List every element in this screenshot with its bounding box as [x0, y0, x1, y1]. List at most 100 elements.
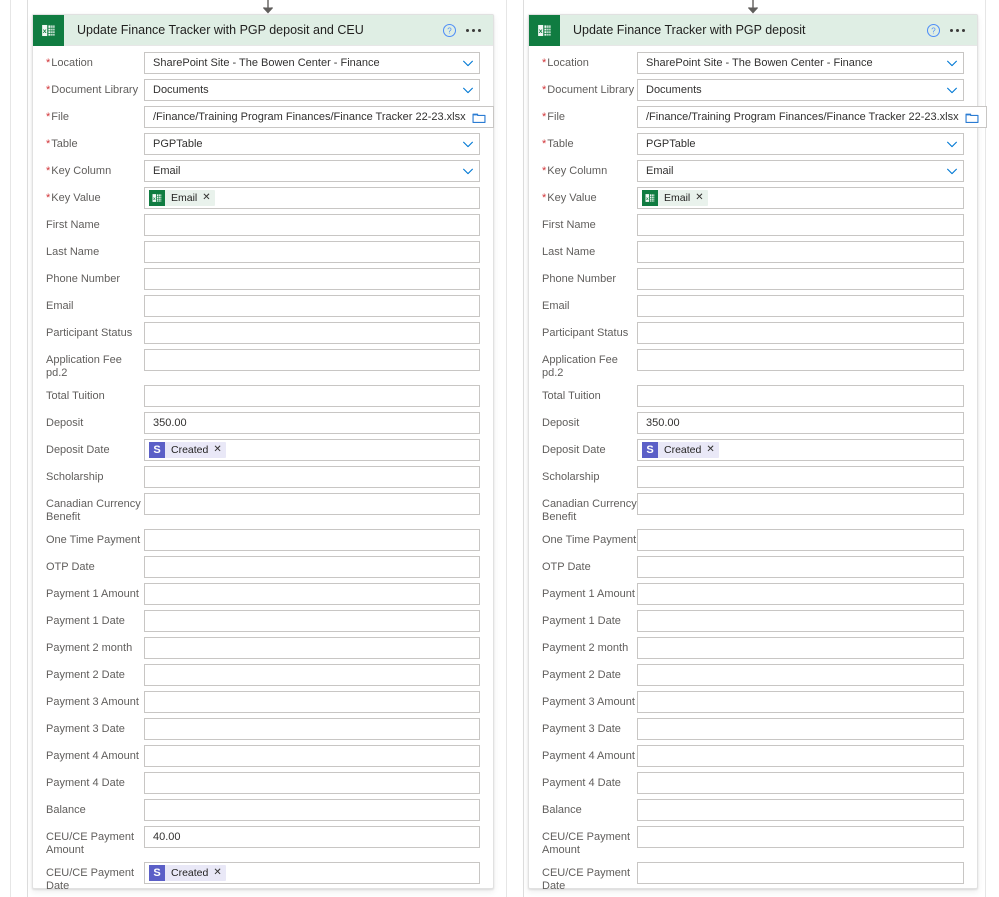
field-input-document-library[interactable]: Documents — [637, 79, 964, 101]
field-input-balance[interactable] — [144, 799, 480, 821]
field-input-phone-number[interactable] — [144, 268, 480, 290]
field-input-key-value[interactable]: x Email ✕ — [144, 187, 480, 209]
dynamic-content-token[interactable]: x Email ✕ — [642, 190, 708, 206]
field-input-key-column[interactable]: Email — [144, 160, 480, 182]
field-input-canadian-currency-benefit[interactable] — [637, 493, 964, 515]
field-input-payment-3-date[interactable] — [144, 718, 480, 740]
field-input-one-time-payment[interactable] — [144, 529, 480, 551]
field-input-payment-1-date[interactable] — [637, 610, 964, 632]
field-input-payment-2-date[interactable] — [144, 664, 480, 686]
field-input-otp-date[interactable] — [144, 556, 480, 578]
more-options-icon[interactable] — [463, 22, 483, 38]
field-label-text: Participant Status — [46, 327, 133, 339]
field-input-payment-2-date[interactable] — [637, 664, 964, 686]
field-input-payment-3-amount[interactable] — [637, 691, 964, 713]
field-input-last-name[interactable] — [637, 241, 964, 263]
field-input-file[interactable]: /Finance/Training Program Finances/Finan… — [144, 106, 494, 128]
svg-text:x: x — [539, 28, 543, 35]
field-input-ceu-ce-payment-date[interactable]: S Created ✕ — [144, 862, 480, 884]
field-input-deposit-date[interactable]: S Created ✕ — [144, 439, 480, 461]
chevron-down-icon[interactable] — [945, 83, 959, 97]
chevron-down-icon[interactable] — [461, 56, 475, 70]
field-input-scholarship[interactable] — [637, 466, 964, 488]
remove-token-icon[interactable]: ✕ — [213, 868, 221, 878]
field-input-phone-number[interactable] — [637, 268, 964, 290]
field-input-total-tuition[interactable] — [637, 385, 964, 407]
field-input-deposit-date[interactable]: S Created ✕ — [637, 439, 964, 461]
action-card-update-finance-tracker-pgp-deposit-and-ceu[interactable]: x Update Finance Tracker with PGP deposit… — [32, 14, 494, 892]
field-input-balance[interactable] — [637, 799, 964, 821]
required-asterisk-icon: * — [542, 165, 547, 177]
field-input-application-fee-pd-2[interactable] — [144, 349, 480, 371]
dynamic-content-token[interactable]: S Created ✕ — [149, 442, 226, 458]
field-input-payment-3-date[interactable] — [637, 718, 964, 740]
remove-token-icon[interactable]: ✕ — [706, 445, 714, 455]
field-input-payment-1-date[interactable] — [144, 610, 480, 632]
help-circle-icon[interactable]: ? — [441, 22, 457, 38]
action-card-update-finance-tracker-pgp-deposit[interactable]: x Update Finance Tracker with PGP deposit… — [528, 14, 987, 892]
field-input-total-tuition[interactable] — [144, 385, 480, 407]
remove-token-icon[interactable]: ✕ — [695, 193, 703, 203]
field-input-one-time-payment[interactable] — [637, 529, 964, 551]
chevron-down-icon[interactable] — [945, 137, 959, 151]
field-label-text: Email — [46, 300, 74, 312]
field-input-deposit[interactable]: 350.00 — [637, 412, 964, 434]
field-input-payment-4-date[interactable] — [637, 772, 964, 794]
field-input-file[interactable]: /Finance/Training Program Finances/Finan… — [637, 106, 987, 128]
field-input-ceu-ce-payment-date[interactable] — [637, 862, 964, 884]
field-label: *Document Library — [542, 79, 637, 97]
field-input-deposit[interactable]: 350.00 — [144, 412, 480, 434]
field-input-first-name[interactable] — [637, 214, 964, 236]
field-label: CEU/CE Payment Date — [46, 862, 144, 893]
chevron-down-icon[interactable] — [461, 164, 475, 178]
field-input-table[interactable]: PGPTable — [144, 133, 480, 155]
field-input-application-fee-pd-2[interactable] — [637, 349, 964, 371]
field-input-email[interactable] — [144, 295, 480, 317]
field-input-location[interactable]: SharePoint Site - The Bowen Center - Fin… — [144, 52, 480, 74]
field-input-key-column[interactable]: Email — [637, 160, 964, 182]
field-input-participant-status[interactable] — [637, 322, 964, 344]
field-input-first-name[interactable] — [144, 214, 480, 236]
field-input-last-name[interactable] — [144, 241, 480, 263]
card-header[interactable]: x Update Finance Tracker with PGP deposit… — [33, 14, 493, 46]
folder-picker-icon[interactable] — [472, 111, 486, 124]
chevron-down-icon[interactable] — [945, 164, 959, 178]
dynamic-content-token[interactable]: x Email ✕ — [149, 190, 215, 206]
field-label: First Name — [542, 214, 637, 232]
chevron-down-icon[interactable] — [945, 56, 959, 70]
help-circle-icon[interactable]: ? — [925, 22, 941, 38]
field-input-payment-2-month[interactable] — [637, 637, 964, 659]
field-input-document-library[interactable]: Documents — [144, 79, 480, 101]
field-input-otp-date[interactable] — [637, 556, 964, 578]
field-input-canadian-currency-benefit[interactable] — [144, 493, 480, 515]
field-input-payment-1-amount[interactable] — [637, 583, 964, 605]
field-input-payment-3-amount[interactable] — [144, 691, 480, 713]
field-input-ceu-ce-payment-amount[interactable] — [637, 826, 964, 848]
dynamic-content-token[interactable]: S Created ✕ — [149, 865, 226, 881]
field-input-ceu-ce-payment-amount[interactable]: 40.00 — [144, 826, 480, 848]
more-options-icon[interactable] — [947, 22, 967, 38]
field-label-text: Deposit — [542, 417, 580, 429]
field-input-payment-2-month[interactable] — [144, 637, 480, 659]
field-input-payment-4-amount[interactable] — [144, 745, 480, 767]
field-input-key-value[interactable]: x Email ✕ — [637, 187, 964, 209]
field-input-payment-4-amount[interactable] — [637, 745, 964, 767]
sharepoint-icon: S — [149, 865, 165, 881]
chevron-down-icon[interactable] — [461, 83, 475, 97]
field-input-scholarship[interactable] — [144, 466, 480, 488]
field-value: /Finance/Training Program Finances/Finan… — [646, 111, 959, 123]
dynamic-content-token[interactable]: S Created ✕ — [642, 442, 719, 458]
folder-picker-icon[interactable] — [965, 111, 979, 124]
remove-token-icon[interactable]: ✕ — [213, 445, 221, 455]
field-input-payment-1-amount[interactable] — [144, 583, 480, 605]
field-label-text: Phone Number — [46, 273, 120, 285]
field-input-payment-4-date[interactable] — [144, 772, 480, 794]
field-input-location[interactable]: SharePoint Site - The Bowen Center - Fin… — [637, 52, 964, 74]
chevron-down-icon[interactable] — [461, 137, 475, 151]
field-input-email[interactable] — [637, 295, 964, 317]
field-input-table[interactable]: PGPTable — [637, 133, 964, 155]
field-label-text: Payment 1 Amount — [542, 588, 635, 600]
remove-token-icon[interactable]: ✕ — [202, 193, 210, 203]
field-input-participant-status[interactable] — [144, 322, 480, 344]
card-header[interactable]: x Update Finance Tracker with PGP deposit… — [529, 14, 977, 46]
